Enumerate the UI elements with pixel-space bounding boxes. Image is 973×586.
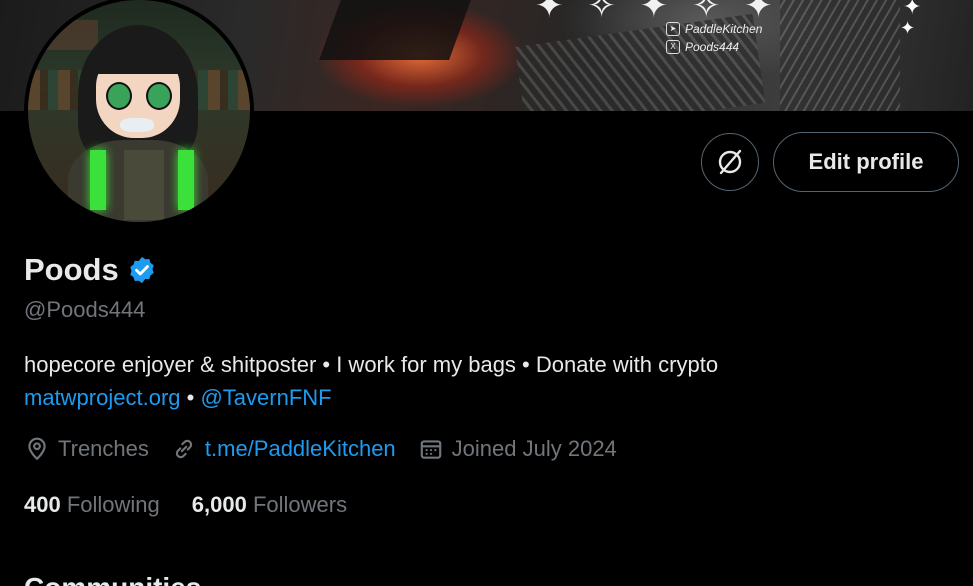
link-icon: [175, 439, 193, 459]
communities-heading: Communities: [24, 572, 201, 586]
banner-social-row: ➤ PaddleKitchen: [666, 20, 762, 38]
x-logo-icon: X: [666, 40, 680, 54]
edit-profile-button[interactable]: Edit profile: [773, 132, 959, 192]
following-count: 400: [24, 492, 61, 517]
grok-button[interactable]: [701, 133, 759, 191]
joined-text: Joined July 2024: [451, 436, 617, 461]
profile-avatar[interactable]: [24, 0, 254, 226]
profile-bio: hopecore enjoyer & shitposter • I work f…: [24, 348, 954, 414]
avatar-image: [28, 0, 250, 222]
location-text: Trenches: [58, 436, 149, 461]
profile-name: Poods: [24, 252, 119, 287]
banner-social-text: Poods444: [685, 40, 740, 54]
telegram-icon: ➤: [666, 22, 680, 36]
location-pin-icon: [28, 437, 46, 461]
profile-name-row: Poods: [24, 252, 157, 288]
following-link[interactable]: 400 Following: [24, 492, 160, 518]
profile-page: ✦ ✧ ✦ ✧ ✦ ➤ PaddleKitchen X Poods444 ✦ ✦: [0, 0, 973, 586]
location-item: Trenches: [24, 436, 149, 462]
bio-link[interactable]: matwproject.org: [24, 385, 181, 410]
calendar-icon: [420, 440, 441, 459]
profile-stats: 400 Following 6,000 Followers: [24, 492, 379, 518]
grok-icon: [718, 149, 742, 175]
banner-socials: ➤ PaddleKitchen X Poods444: [666, 20, 762, 56]
joined-item: Joined July 2024: [418, 436, 617, 462]
bio-links-line: matwproject.org • @TavernFNF: [24, 381, 954, 414]
bio-text: hopecore enjoyer & shitposter • I work f…: [24, 352, 719, 377]
sparkle-icon: ✦: [900, 18, 916, 38]
bio-mention-link[interactable]: @TavernFNF: [200, 385, 331, 410]
banner-art-shape: [319, 0, 471, 60]
banner-social-text: PaddleKitchen: [685, 22, 763, 36]
profile-meta: Trenches t.me/PaddleKitchen Joined July …: [24, 436, 639, 462]
website-link[interactable]: t.me/PaddleKitchen: [205, 436, 396, 462]
verified-badge-icon[interactable]: [127, 255, 157, 285]
bio-separator: •: [180, 385, 201, 410]
sparkle-icon: ✦: [903, 0, 922, 19]
banner-social-row: X Poods444: [666, 38, 762, 56]
followers-link[interactable]: 6,000 Followers: [192, 492, 347, 518]
followers-count: 6,000: [191, 492, 247, 517]
profile-handle: @Poods444: [24, 297, 146, 322]
banner-art-shape: [780, 0, 900, 111]
following-label: Following: [66, 492, 160, 517]
website-item: t.me/PaddleKitchen: [171, 436, 396, 462]
followers-label: Followers: [252, 492, 348, 517]
